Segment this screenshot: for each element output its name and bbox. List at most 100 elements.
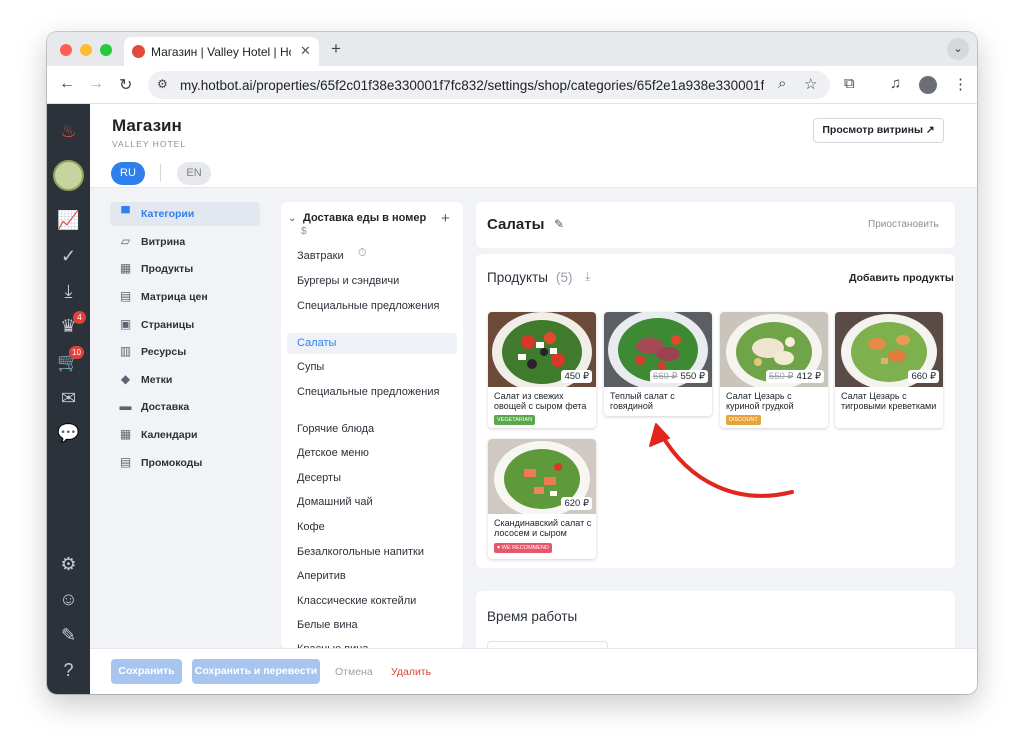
new-tab-icon[interactable]: + [331, 39, 341, 59]
lang-ru-button[interactable]: RU [111, 162, 145, 185]
user-profile-icon[interactable]: ☺ [57, 588, 80, 611]
nav-products[interactable]: ▦ Продукты [110, 257, 260, 281]
product-card[interactable]: 450 ₽ Салат из свежих овощей с сыром фет… [488, 312, 596, 428]
products-count: (5) [556, 270, 573, 285]
clock-icon: ⏱ [358, 247, 367, 259]
nav-resources[interactable]: ▥ Ресурсы [110, 340, 260, 364]
product-card[interactable]: 660 ₽ Салат Цезарь с тигровыми креветкам… [835, 312, 943, 428]
pen-edit-icon[interactable]: ✎ [57, 624, 80, 647]
category-item[interactable]: Специальные предложения [287, 382, 457, 403]
calendar-icon: ▦ [119, 427, 132, 441]
product-price: 450 ₽ [561, 370, 592, 383]
action-footer: Сохранить Сохранить и перевести Отмена У… [90, 648, 977, 694]
truck-icon: ▬ [119, 399, 132, 413]
cancel-button[interactable]: Отмена [335, 666, 373, 678]
products-card: Продукты (5) ⤓ Добавить продукты 450 ₽ С… [476, 254, 955, 568]
main-sidebar: ♨ 📈 ✓ ⤓ ♛ 4 🛒 10 ✉ 💬 ⚙ ☺ ✎ ? [47, 104, 90, 694]
settings-gear-icon[interactable]: ⚙ [57, 553, 80, 576]
hotel-name: VALLEY HOTEL [112, 139, 187, 149]
reload-icon[interactable]: ↻ [119, 75, 132, 95]
nav-pages[interactable]: ▣ Страницы [110, 313, 260, 337]
tasks-check-icon[interactable]: ✓ [57, 245, 80, 268]
category-item[interactable]: Красные вина [287, 639, 457, 648]
pause-button[interactable]: Приостановить [868, 219, 939, 230]
url-text: my.hotbot.ai/properties/65f2c01f38e33000… [180, 78, 764, 93]
category-item[interactable]: Супы [287, 357, 457, 378]
download-icon[interactable]: ⤓ [585, 269, 590, 284]
category-item[interactable]: Специальные предложения [287, 296, 457, 317]
add-products-button[interactable]: Добавить продукты [849, 272, 954, 284]
more-menu-icon[interactable]: ⋮ [953, 75, 968, 93]
category-item[interactable]: Белые вина [287, 615, 457, 636]
site-settings-icon[interactable]: ⚙ [157, 77, 168, 91]
close-window-button[interactable] [60, 44, 72, 56]
property-avatar[interactable] [53, 160, 84, 191]
currency-symbol: $ [301, 226, 307, 237]
page-icon: ▣ [119, 317, 132, 331]
chat-icon[interactable]: 💬 [57, 422, 80, 445]
calculator-icon: ▤ [119, 289, 132, 303]
tab-search-icon[interactable]: ⌄ [947, 38, 969, 60]
save-and-translate-button[interactable]: Сохранить и перевести [192, 659, 320, 684]
extensions-icon[interactable]: ⧉ [844, 75, 855, 92]
product-name: Скандинавский салат с лососем и сыром [494, 518, 592, 538]
minimize-window-button[interactable] [80, 44, 92, 56]
nav-showcase[interactable]: ▱ Витрина [110, 230, 260, 254]
discount-tag: DISCOUNT [726, 415, 761, 425]
nav-promocodes[interactable]: ▤ Промокоды [110, 451, 260, 475]
product-card[interactable]: 660 ₽550 ₽ Теплый салат с говядиной [604, 312, 712, 416]
product-price: 620 ₽ [561, 497, 592, 510]
add-category-icon[interactable]: + [441, 210, 450, 227]
we-recommend-tag: ♥ WE RECOMMEND [494, 543, 552, 553]
browser-tab[interactable]: Магазин | Valley Hotel | Hotbot ✕ [124, 37, 319, 66]
bookmark-star-icon[interactable]: ☆ [804, 75, 817, 93]
nav-delivery[interactable]: ▬ Доставка [110, 395, 260, 419]
category-item[interactable]: Классические коктейли [287, 591, 457, 612]
save-button[interactable]: Сохранить [111, 659, 182, 684]
chevron-down-icon[interactable]: ⌄ [288, 213, 296, 224]
delete-button[interactable]: Удалить [391, 666, 431, 678]
nav-labels[interactable]: ◆ Метки [110, 368, 260, 392]
tag-icon: ◆ [120, 372, 131, 386]
category-item[interactable]: Безалкогольные напитки [287, 542, 457, 563]
inbox-download-icon[interactable]: ⤓ [57, 280, 80, 303]
product-name: Салат Цезарь с куриной грудкой [726, 391, 794, 411]
pencil-edit-icon[interactable]: ✎ [554, 217, 564, 231]
back-icon[interactable]: ← [59, 75, 75, 93]
category-item[interactable]: Аперитив [287, 566, 457, 587]
media-control-icon[interactable]: ♫ [890, 75, 901, 92]
resources-icon: ▥ [119, 344, 132, 358]
help-icon[interactable]: ? [57, 659, 80, 682]
category-item[interactable]: Детское меню [287, 443, 457, 464]
product-name: Салат Цезарь с тигровыми креветками [841, 391, 937, 411]
lang-en-button[interactable]: EN [177, 162, 211, 185]
category-group-title[interactable]: Доставка еды в номер $ [301, 212, 433, 238]
product-price: 550 ₽412 ₽ [765, 370, 824, 383]
mail-icon[interactable]: ✉ [57, 387, 80, 410]
address-bar[interactable]: ⚙ my.hotbot.ai/properties/65f2c01f38e330… [148, 71, 830, 99]
profile-avatar[interactable] [919, 76, 937, 94]
products-heading: Продукты [487, 270, 548, 285]
product-card[interactable]: 620 ₽ Скандинавский салат с лососем и сы… [488, 439, 596, 559]
category-item-active[interactable]: Салаты [287, 333, 457, 354]
product-price: 660 ₽ [908, 370, 939, 383]
tab-bar: Магазин | Valley Hotel | Hotbot ✕ + ⌄ [47, 32, 977, 66]
analytics-icon[interactable]: 📈 [57, 209, 80, 232]
category-item[interactable]: Домашний чай [287, 492, 457, 513]
preview-storefront-button[interactable]: Просмотр витрины ↗ [813, 118, 944, 143]
category-item[interactable]: Горячие блюда [287, 419, 457, 440]
hotbot-logo-icon[interactable]: ♨ [57, 120, 80, 143]
zoom-icon[interactable]: ⌕ [778, 75, 786, 92]
close-tab-icon[interactable]: ✕ [300, 43, 311, 59]
forward-icon[interactable]: → [88, 75, 104, 93]
category-item[interactable]: Бургеры и сэндвичи [287, 271, 457, 292]
nav-price-matrix[interactable]: ▤ Матрица цен [110, 285, 260, 309]
nav-categories[interactable]: ▀ Категории [110, 202, 260, 226]
category-item[interactable]: Кофе [287, 517, 457, 538]
vegetarian-tag: VEGETARIAN [494, 415, 536, 425]
nav-calendars[interactable]: ▦ Календари [110, 423, 260, 447]
category-item[interactable]: Десерты [287, 468, 457, 489]
product-card[interactable]: 550 ₽412 ₽ Салат Цезарь с куриной грудко… [720, 312, 828, 428]
category-item[interactable]: Завтраки [287, 246, 457, 267]
maximize-window-button[interactable] [100, 44, 112, 56]
